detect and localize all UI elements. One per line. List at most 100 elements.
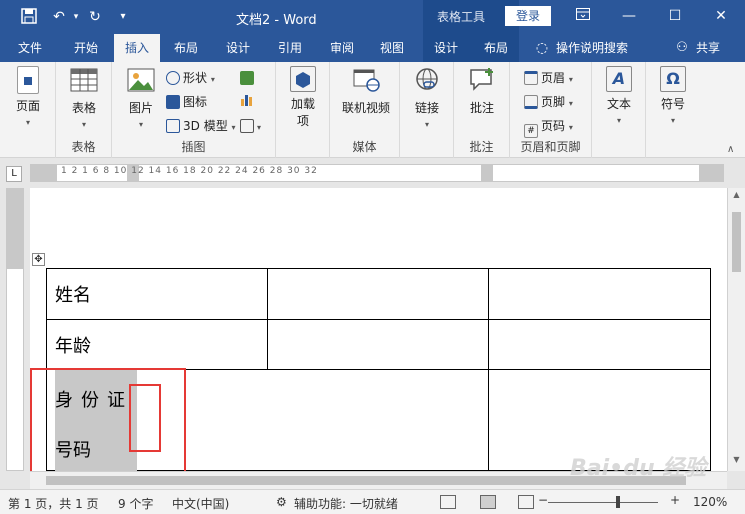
- omega-icon: Ω: [660, 66, 686, 92]
- table-cell[interactable]: [267, 319, 489, 370]
- word-count[interactable]: 9 个字: [118, 495, 153, 512]
- tell-me-search[interactable]: 操作说明搜索: [556, 34, 640, 62]
- zoom-slider-thumb[interactable]: [616, 496, 620, 508]
- vertical-ruler[interactable]: [6, 188, 24, 471]
- text-button[interactable]: A 文本 ▾: [600, 66, 638, 126]
- table-cell[interactable]: [488, 268, 711, 320]
- tab-view[interactable]: 视图: [370, 34, 414, 62]
- links-button[interactable]: 链接 ▾: [408, 66, 446, 130]
- undo-icon[interactable]: ↶: [50, 8, 68, 26]
- vertical-scrollbar[interactable]: ▲ ▼: [727, 188, 745, 471]
- ribbon-tabs: 文件 开始 插入 布局 设计 引用 审阅 视图 设计 布局 ◌ 操作说明搜索 ⚇…: [0, 34, 745, 62]
- ruler-right-margin: [699, 165, 723, 181]
- group-header-footer: 页眉 ▾ 页脚 ▾ # 页码 ▾ 页眉和页脚: [510, 62, 592, 158]
- picture-icon: [126, 66, 156, 96]
- print-layout-icon[interactable]: [480, 495, 496, 509]
- save-icon[interactable]: [20, 8, 38, 26]
- tab-review[interactable]: 审阅: [320, 34, 364, 62]
- tab-file[interactable]: 文件: [8, 34, 52, 62]
- table-move-handle-icon[interactable]: ✥: [32, 253, 45, 266]
- header-icon: [524, 71, 538, 85]
- footer-button[interactable]: 页脚 ▾: [524, 92, 573, 112]
- comment-button[interactable]: 批注: [463, 66, 501, 116]
- table-row: 姓名: [46, 268, 711, 320]
- chart-icon[interactable]: [240, 92, 254, 112]
- tab-table-layout[interactable]: 布局: [474, 34, 518, 62]
- table-cell[interactable]: 年龄: [46, 319, 268, 370]
- page-number-button[interactable]: # 页码 ▾: [524, 116, 573, 138]
- addins-button[interactable]: 加载 项: [284, 66, 322, 129]
- page-number-icon: #: [524, 124, 538, 138]
- table-row: 年龄: [46, 319, 711, 370]
- redo-icon[interactable]: ↻: [86, 8, 104, 26]
- tab-insert[interactable]: 插入: [114, 34, 160, 62]
- zoom-in-icon[interactable]: +: [670, 493, 680, 507]
- vertical-ruler-margin: [7, 189, 23, 269]
- icons-button[interactable]: 图标: [166, 92, 207, 112]
- share-person-icon: ⚇: [676, 40, 688, 55]
- horizontal-ruler[interactable]: 1 2 1 6 8 10 12 14 16 18 20 22 24 26 28 …: [30, 164, 724, 182]
- tab-references[interactable]: 引用: [268, 34, 312, 62]
- header-button[interactable]: 页眉 ▾: [524, 68, 573, 88]
- ruler-ticks: 1 2 1 6 8 10 12 14 16 18 20 22 24 26 28 …: [61, 166, 318, 176]
- ruler-column-marker[interactable]: [481, 165, 493, 181]
- shapes-icon: [166, 71, 180, 85]
- text-box-icon: A: [606, 66, 632, 92]
- accessibility-status[interactable]: 辅助功能: 一切就绪: [294, 495, 398, 512]
- tab-design[interactable]: 设计: [216, 34, 260, 62]
- table-cell[interactable]: [267, 268, 489, 320]
- document-title: 文档2 - Word: [236, 13, 317, 28]
- screenshot-icon[interactable]: ▾: [240, 116, 261, 136]
- pages-icon: [17, 66, 39, 94]
- tab-home[interactable]: 开始: [64, 34, 108, 62]
- table-cell[interactable]: 姓名: [46, 268, 268, 320]
- scroll-down-icon[interactable]: ▼: [728, 455, 745, 469]
- pages-button[interactable]: 页面 ▾: [8, 66, 48, 128]
- icons-icon: [166, 95, 180, 109]
- 3d-model-button[interactable]: 3D 模型 ▾: [166, 116, 236, 136]
- maximize-icon[interactable]: ☐: [652, 0, 698, 34]
- shapes-button[interactable]: 形状 ▾: [166, 68, 215, 88]
- group-illustrations-label: 插图: [181, 140, 206, 154]
- zoom-slider[interactable]: [548, 502, 658, 503]
- group-comments: 批注 批注: [454, 62, 510, 158]
- group-symbols: Ω 符号 ▾: [646, 62, 700, 158]
- footer-icon: [524, 95, 538, 109]
- smartart-icon[interactable]: [240, 68, 257, 88]
- zoom-level[interactable]: 120%: [693, 495, 727, 509]
- group-illustrations: 图片 ▾ 形状 ▾ 图标 3D 模型 ▾ ▾ 插图: [112, 62, 276, 158]
- login-button[interactable]: 登录: [505, 6, 551, 26]
- minimize-icon[interactable]: —: [606, 0, 652, 34]
- group-header-footer-label: 页眉和页脚: [520, 140, 581, 154]
- document-area: ✥ 姓名 年龄 身份证 号码: [30, 188, 727, 474]
- tab-layout[interactable]: 布局: [164, 34, 208, 62]
- ribbon-display-icon[interactable]: [560, 0, 606, 34]
- tab-selector[interactable]: L: [6, 166, 22, 182]
- group-media-label: 媒体: [352, 140, 377, 154]
- online-video-label: 联机视频: [341, 101, 390, 115]
- collapse-ribbon-icon[interactable]: ∧: [727, 144, 734, 155]
- read-mode-icon[interactable]: [440, 495, 456, 509]
- table-button[interactable]: 表格 ▾: [64, 66, 104, 130]
- status-bar: 第 1 页，共 1 页 9 个字 中文(中国) ⚙ 辅助功能: 一切就绪 − +…: [0, 489, 745, 514]
- watermark-logo: Bai•du 经验: [570, 456, 707, 481]
- group-tables-label: 表格: [71, 140, 96, 154]
- symbols-button[interactable]: Ω 符号 ▾: [654, 66, 692, 126]
- picture-label: 图片: [128, 101, 153, 115]
- vertical-scroll-thumb[interactable]: [732, 212, 741, 272]
- symbols-label: 符号: [660, 97, 685, 111]
- scroll-up-icon[interactable]: ▲: [728, 190, 745, 204]
- customize-qat-icon[interactable]: ▾: [114, 8, 132, 26]
- web-layout-icon[interactable]: [518, 495, 534, 509]
- close-icon[interactable]: ✕: [698, 0, 744, 34]
- page-count[interactable]: 第 1 页，共 1 页: [8, 495, 99, 512]
- table-cell[interactable]: [488, 319, 711, 370]
- language-indicator[interactable]: 中文(中国): [172, 495, 229, 512]
- zoom-out-icon[interactable]: −: [538, 493, 548, 507]
- undo-dropdown-icon[interactable]: ▾: [67, 8, 85, 26]
- ruler-left-margin: [31, 165, 57, 181]
- picture-button[interactable]: 图片 ▾: [122, 66, 160, 130]
- share-button[interactable]: 共享: [692, 34, 724, 62]
- online-video-button[interactable]: 联机视频: [338, 66, 394, 116]
- tab-table-design[interactable]: 设计: [424, 34, 468, 62]
